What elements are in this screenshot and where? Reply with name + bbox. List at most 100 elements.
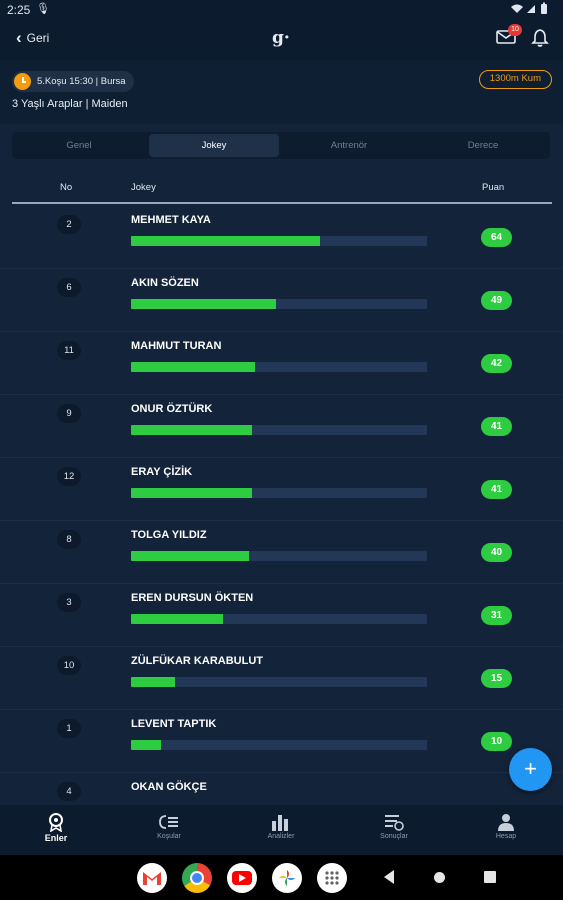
microphone-icon: 🎙: [36, 3, 50, 15]
jockey-name: LEVENT TAPTIK: [131, 718, 217, 730]
score-bar-fill: [131, 299, 277, 309]
horse-number: 12: [57, 467, 81, 486]
app-logo: g·: [272, 28, 290, 48]
medal-icon: [16, 811, 96, 833]
score-badge: 42: [481, 354, 512, 373]
add-fab-button[interactable]: +: [509, 748, 552, 791]
nav-enler[interactable]: Enler: [16, 811, 96, 843]
race-subtitle: 3 Yaşlı Araplar | Maiden: [12, 98, 128, 110]
plus-icon: +: [524, 756, 537, 781]
horse-number: 9: [57, 404, 81, 423]
app-drawer-icon[interactable]: [317, 863, 347, 893]
score-bar: [131, 551, 427, 561]
header-jockey: Jokey: [131, 182, 156, 193]
gmail-icon[interactable]: [137, 863, 167, 893]
photos-icon[interactable]: [272, 863, 302, 893]
score-bar-fill: [131, 677, 176, 687]
youtube-icon[interactable]: [227, 863, 257, 893]
table-row[interactable]: 12 ERAY ÇİZİK 41: [0, 458, 563, 521]
back-button[interactable]: ‹ Geri: [16, 28, 50, 47]
nav-recents-icon[interactable]: [484, 871, 496, 883]
horse-number: 8: [57, 530, 81, 549]
nav-kosular-label: Koşular: [157, 833, 181, 840]
table-row[interactable]: 11 MAHMUT TURAN 42: [0, 332, 563, 395]
horse-number: 10: [57, 656, 81, 675]
score-bar-fill: [131, 740, 161, 750]
score-badge: 31: [481, 606, 512, 625]
horse-number: 6: [57, 278, 81, 297]
score-bar: [131, 425, 427, 435]
race-info: 5.Koşu 15:30 | Bursa 3 Yaşlı Araplar | M…: [0, 60, 563, 124]
score-bar: [131, 740, 427, 750]
nav-kosular[interactable]: Koşular: [129, 811, 209, 840]
horse-number: 1: [57, 719, 81, 738]
race-time-pill: 5.Koşu 15:30 | Bursa: [12, 71, 134, 92]
table-row[interactable]: 1 LEVENT TAPTIK 10: [0, 710, 563, 773]
score-badge: 49: [481, 291, 512, 310]
chrome-icon[interactable]: [182, 863, 212, 893]
wifi-battery-icon: [511, 2, 547, 14]
jockey-list: 2 MEHMET KAYA 64 6 AKIN SÖZEN 49 11 MAHM…: [0, 206, 563, 805]
jockey-name: EREN DURSUN ÖKTEN: [131, 592, 254, 604]
jockey-name: MAHMUT TURAN: [131, 340, 222, 352]
status-bar: 2:25 🎙: [0, 0, 563, 20]
system-status-icons: [509, 2, 555, 19]
nav-sonuclar[interactable]: Sonuçlar: [354, 811, 434, 840]
bottom-nav: Enler Koşular Analizler Sonuçlar Hesap: [0, 805, 563, 855]
mail-button[interactable]: 10: [496, 24, 522, 45]
app-bar: ‹ Geri g· 10: [0, 20, 563, 60]
table-row[interactable]: 6 AKIN SÖZEN 49: [0, 269, 563, 332]
score-badge: 40: [481, 543, 512, 562]
notification-button[interactable]: [530, 28, 550, 48]
score-bar-fill: [131, 425, 253, 435]
races-icon: [129, 811, 209, 833]
tab-derece[interactable]: Derece: [418, 134, 548, 157]
score-bar-fill: [131, 488, 253, 498]
table-row[interactable]: 9 ONUR ÖZTÜRK 41: [0, 395, 563, 458]
nav-home-icon[interactable]: [434, 872, 445, 883]
score-bar-fill: [131, 362, 256, 372]
table-row[interactable]: 3 EREN DURSUN ÖKTEN 31: [0, 584, 563, 647]
chevron-left-icon: ‹: [16, 28, 22, 47]
tab-bar: Genel Jokey Antrenör Derece: [12, 132, 550, 159]
score-bar: [131, 362, 427, 372]
race-time-label: 5.Koşu 15:30 | Bursa: [37, 76, 126, 87]
nav-analizler[interactable]: Analizler: [241, 811, 321, 840]
score-bar-fill: [131, 236, 321, 246]
nav-enler-label: Enler: [44, 833, 68, 843]
score-badge: 41: [481, 480, 512, 499]
tab-antrenor[interactable]: Antrenör: [284, 134, 414, 157]
nav-back-icon[interactable]: [382, 869, 396, 890]
horse-number: 2: [57, 215, 81, 234]
system-nav-bar: [0, 855, 563, 900]
score-bar: [131, 488, 427, 498]
tab-jokey[interactable]: Jokey: [149, 134, 279, 157]
tab-genel[interactable]: Genel: [14, 134, 144, 157]
horse-number: 4: [57, 782, 81, 801]
score-bar: [131, 299, 427, 309]
score-bar: [131, 614, 427, 624]
table-row[interactable]: 10 ZÜLFÜKAR KARABULUT 15: [0, 647, 563, 710]
person-icon: [466, 811, 546, 833]
nav-analizler-label: Analizler: [267, 833, 295, 840]
score-badge: 10: [481, 732, 512, 751]
score-badge: 15: [481, 669, 512, 688]
back-label: Geri: [26, 31, 50, 45]
table-row[interactable]: 4 OKAN GÖKÇE: [0, 773, 563, 805]
header-no: No: [60, 182, 73, 193]
results-list-icon: [354, 811, 434, 833]
nav-hesap[interactable]: Hesap: [466, 811, 546, 840]
jockey-name: ZÜLFÜKAR KARABULUT: [131, 655, 263, 667]
jockey-name: MEHMET KAYA: [131, 214, 211, 226]
jockey-name: TOLGA YILDIZ: [131, 529, 207, 541]
table-row[interactable]: 2 MEHMET KAYA 64: [0, 206, 563, 269]
table-row[interactable]: 8 TOLGA YILDIZ 40: [0, 521, 563, 584]
jockey-content: Genel Jokey Antrenör Derece No Jokey Pua…: [0, 124, 563, 805]
jockey-name: OKAN GÖKÇE: [131, 781, 207, 793]
status-time: 2:25: [7, 3, 31, 17]
nav-hesap-label: Hesap: [495, 833, 517, 840]
nav-sonuclar-label: Sonuçlar: [380, 833, 408, 840]
score-bar: [131, 677, 427, 687]
jockey-name: ERAY ÇİZİK: [131, 466, 193, 478]
header-divider: [12, 202, 552, 204]
